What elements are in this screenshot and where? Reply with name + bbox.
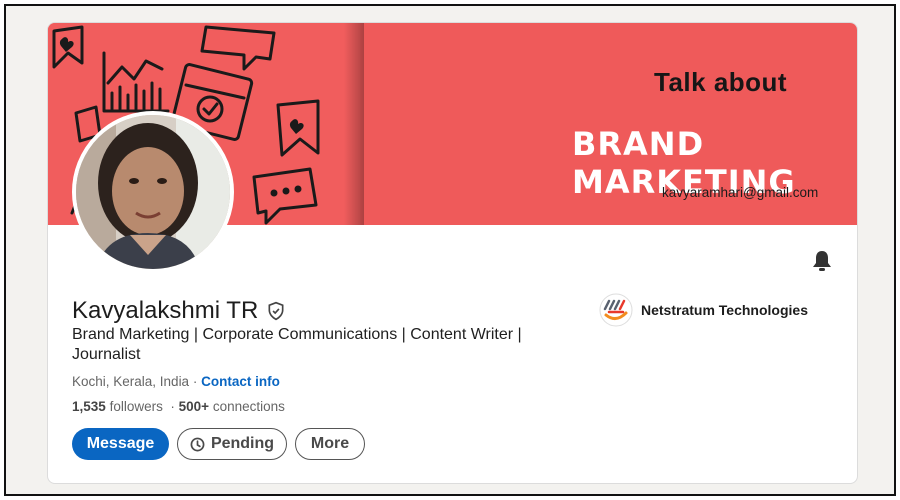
message-button[interactable]: Message bbox=[72, 428, 169, 460]
profile-headline: Brand Marketing | Corporate Communicatio… bbox=[72, 326, 522, 363]
netstratum-logo bbox=[599, 293, 633, 327]
profile-location-row: Kochi, Kerala, India · Contact info bbox=[72, 374, 280, 389]
profile-card: Talk about BRAND MARKETING kavyaramhari@… bbox=[47, 22, 858, 484]
banner-email: kavyaramhari@gmail.com bbox=[662, 185, 819, 200]
bell-icon[interactable] bbox=[810, 249, 834, 273]
more-button[interactable]: More bbox=[295, 428, 365, 460]
followers-count: 1,535 bbox=[72, 399, 106, 414]
current-company[interactable]: Netstratum Technologies bbox=[599, 293, 808, 327]
contact-info-link[interactable]: Contact info bbox=[201, 374, 280, 389]
location-separator: · bbox=[189, 374, 202, 389]
connections-count[interactable]: 500+ bbox=[179, 399, 209, 414]
banner-talk-text: Talk about bbox=[654, 67, 788, 97]
verified-shield-icon[interactable] bbox=[266, 301, 286, 321]
followers-label: followers bbox=[109, 399, 163, 414]
pending-button[interactable]: Pending bbox=[177, 428, 287, 460]
company-name: Netstratum Technologies bbox=[641, 302, 808, 318]
connections-label[interactable]: connections bbox=[213, 399, 285, 414]
clock-icon bbox=[190, 437, 205, 451]
profile-name-row: Kavyalakshmi TR bbox=[72, 297, 286, 325]
profile-name: Kavyalakshmi TR bbox=[72, 297, 259, 324]
profile-avatar[interactable] bbox=[72, 111, 234, 273]
profile-location: Kochi, Kerala, India bbox=[72, 374, 190, 389]
pending-label: Pending bbox=[210, 435, 275, 452]
profile-network-row: 1,535 followers · 500+ connections bbox=[72, 399, 285, 414]
avatar-photo bbox=[76, 115, 230, 269]
connections-bullet: · bbox=[170, 399, 175, 414]
banner-divider-shadow bbox=[344, 23, 364, 225]
